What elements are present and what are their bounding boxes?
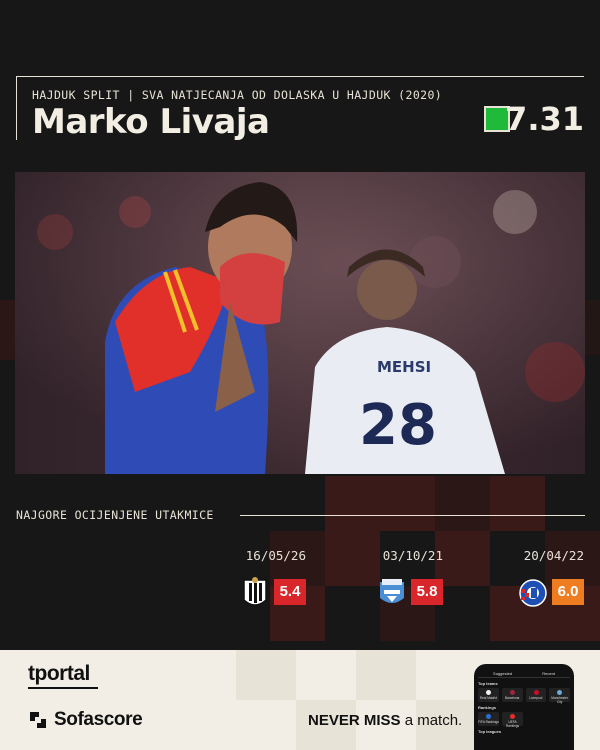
match-date: 20/04/22 (523, 548, 584, 563)
average-rating: 7.31 (505, 100, 584, 138)
decor-tile (0, 300, 16, 360)
phone-teams-row: Real Madrid Barcelona Liverpool Manchest… (478, 688, 570, 704)
match-rating: 6.0 (552, 579, 584, 605)
match-card[interactable]: 20/04/22 6.0 (474, 548, 584, 612)
decor-tile (435, 476, 490, 531)
player-photo: MEHSI 28 (15, 172, 585, 474)
phone-ranking-label: UEFA Rankings (505, 720, 520, 728)
sofascore-icon (30, 712, 46, 728)
slogan: NEVER MISS a match. (308, 712, 462, 729)
sofascore-label: Sofascore (54, 709, 143, 730)
section-title: NAJGORE OCIJENJENE UTAKMICE (16, 508, 214, 522)
player-name: Marko Livaja (32, 102, 270, 142)
footer-decor (236, 650, 296, 700)
ranking-icon (486, 714, 491, 719)
juventus-style-crest-icon (243, 577, 267, 606)
phone-team-label: Liverpool (529, 696, 543, 700)
phone-team-cell: Real Madrid (478, 688, 499, 702)
match-card[interactable]: 03/10/21 5.8 (333, 548, 443, 612)
phone-ranking-label: FIFA Rankings (478, 720, 499, 724)
phone-section-title: Rankings (478, 705, 497, 710)
ranking-icon (510, 714, 515, 719)
match-date: 16/05/26 (245, 548, 306, 563)
phone-team-cell: Barcelona (501, 688, 523, 702)
decor-tile (325, 476, 380, 531)
footer: tportal Sofascore NEVER MISS a match. Su… (0, 650, 600, 750)
decor-tile (490, 476, 545, 531)
jersey-number: 28 (359, 393, 437, 458)
phone-team-label: Barcelona (504, 696, 520, 700)
phone-team-label: Real Madrid (479, 696, 497, 700)
tportal-underline (28, 687, 98, 689)
match-card[interactable]: 16/05/26 5.4 (196, 548, 306, 612)
sofascore-logo[interactable]: Sofascore (28, 708, 143, 732)
tportal-logo[interactable]: tportal (28, 662, 98, 689)
footer-decor (356, 650, 416, 700)
decor-tile (380, 476, 435, 531)
osijek-crest-icon (380, 579, 404, 603)
jersey-name: MEHSI (377, 358, 431, 376)
phone-ranking-cell: UEFA Rankings (502, 712, 523, 728)
phone-ranking-cell: FIFA Rankings (478, 712, 499, 726)
player-header: HAJDUK SPLIT | SVA NATJECANJA OD DOLASKA… (16, 76, 584, 142)
dinamo-zagreb-crest-icon (519, 579, 547, 607)
slogan-bold: NEVER MISS (308, 712, 401, 729)
context-subtitle: HAJDUK SPLIT | SVA NATJECANJA OD DOLASKA… (32, 88, 443, 102)
phone-tabs: Suggested Recent (478, 669, 570, 678)
team-icon (557, 690, 563, 695)
photo-illustration: MEHSI 28 (15, 172, 585, 474)
phone-team-cell: Liverpool (525, 688, 547, 702)
phone-rankings-row: FIFA Rankings UEFA Rankings (478, 712, 570, 728)
phone-tab-suggested: Suggested (493, 670, 513, 676)
phone-section-title: Top teams (478, 681, 498, 686)
header-divider (16, 76, 584, 77)
match-date: 03/10/21 (382, 548, 443, 563)
header-divider (16, 76, 17, 140)
match-rating: 5.4 (274, 579, 306, 605)
match-rating: 5.8 (411, 579, 443, 605)
slogan-rest: a match. (400, 712, 463, 729)
phone-team-label: Manchester City (551, 696, 568, 704)
phone-section-title: Top leagues (478, 729, 502, 734)
phone-tab-recent: Recent (542, 670, 555, 676)
section-divider (240, 515, 585, 516)
team-icon (533, 690, 539, 695)
tportal-label: tportal (28, 662, 90, 685)
phone-mockup: Suggested Recent Top teams Real Madrid B… (474, 664, 574, 750)
team-icon (509, 690, 515, 695)
phone-team-cell: Manchester City (549, 688, 570, 704)
team-icon (486, 690, 491, 695)
